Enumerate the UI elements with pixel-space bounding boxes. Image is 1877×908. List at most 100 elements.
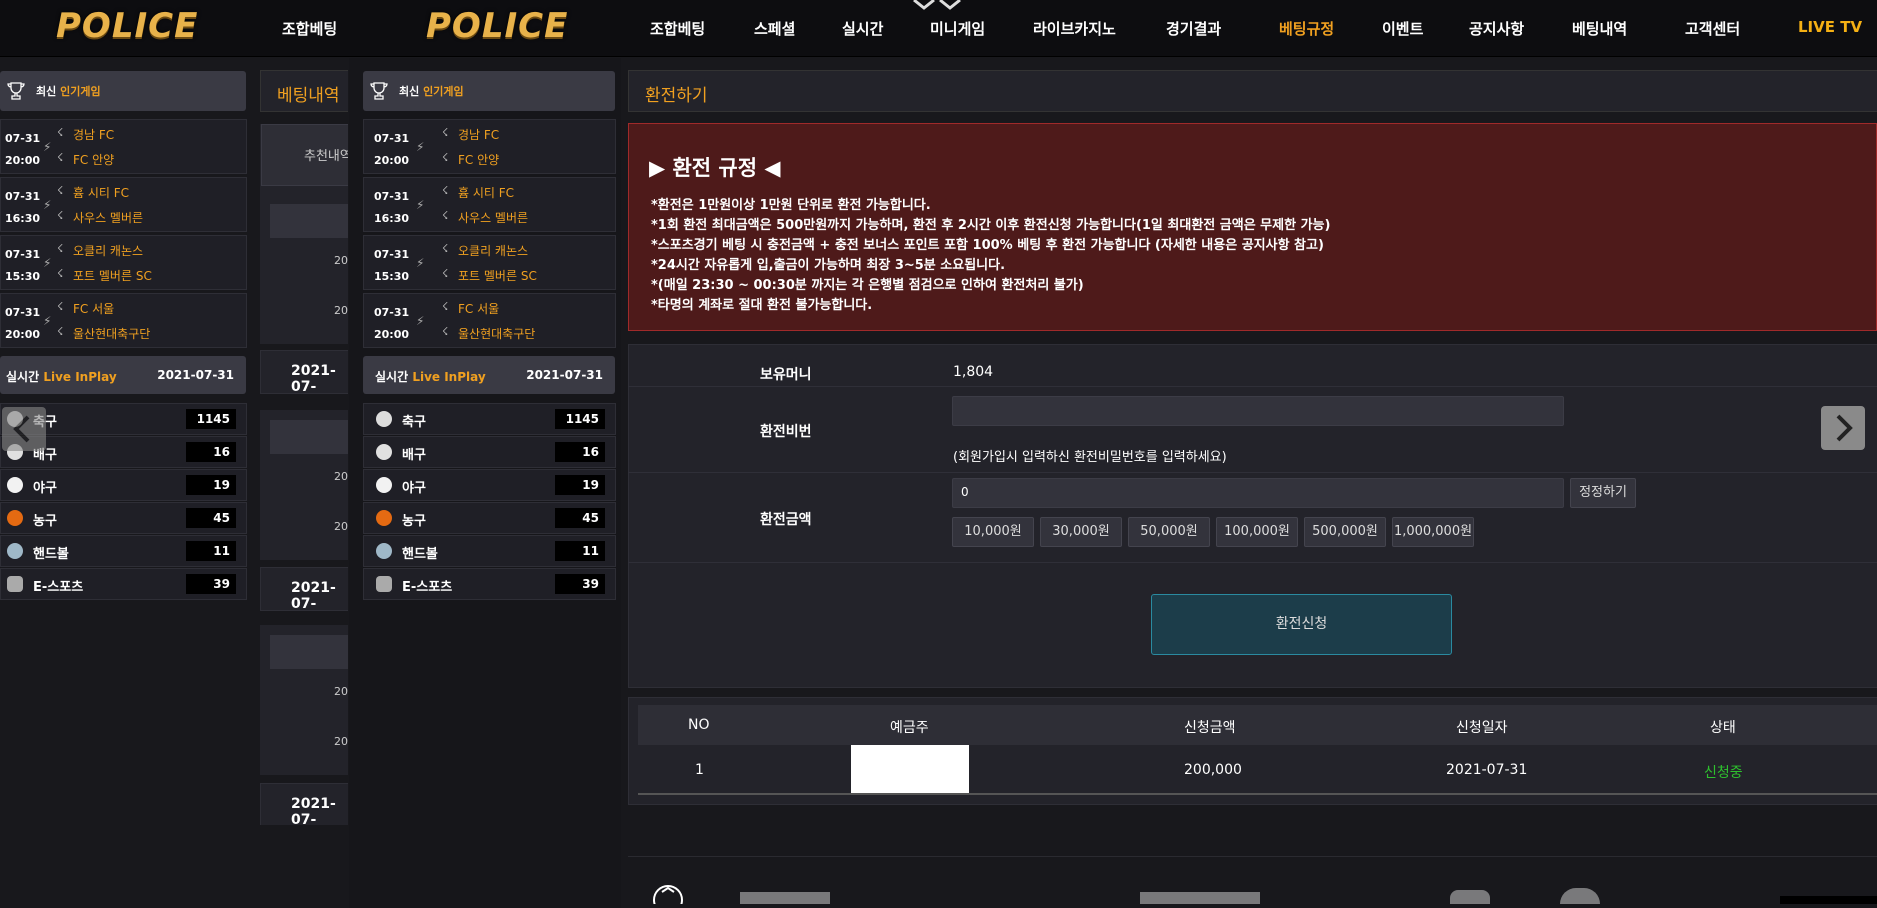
amount-500000-button[interactable]: 500,000원 — [1304, 517, 1386, 547]
live-inplay-header: 실시간 Live InPlay 2021-07-31 — [363, 356, 615, 394]
status-badge: 신청중 — [1704, 765, 1743, 781]
nav-live-tv[interactable]: LIVE TV — [1798, 18, 1862, 36]
volleyball-icon — [376, 444, 392, 460]
chevron-right-icon — [1836, 414, 1853, 442]
versus-icon: ⚡ — [43, 198, 52, 212]
versus-icon: ⚡ — [43, 256, 52, 270]
withdraw-amount-input[interactable]: 0 — [952, 478, 1564, 508]
nav-combo-betting[interactable]: 조합베팅 — [650, 18, 705, 39]
versus-icon: ⚡ — [416, 256, 425, 270]
baseball-icon — [376, 477, 392, 493]
sport-item-esports[interactable]: E-스포츠 39 — [363, 568, 616, 600]
match-item[interactable]: 07-3120:00 ⚡ 경남 FC FC 안양 — [0, 119, 247, 174]
sport-item-handball[interactable]: 핸드볼 11 — [363, 535, 616, 567]
recommend-tab[interactable]: 추천내역 — [261, 124, 348, 186]
withdraw-rules-box: ▶ 환전 규정 ◀ *환전은 1만원이상 1만원 단위로 환전 가능합니다. *… — [628, 123, 1877, 331]
table-row[interactable]: 1 200,000 2021-07-31 신청중 — [638, 745, 1877, 795]
versus-icon: ⚡ — [43, 140, 52, 154]
trophy-icon — [370, 82, 388, 100]
sport-item-baseball[interactable]: 야구 19 — [0, 469, 247, 501]
partner-logo-icon — [1780, 896, 1877, 904]
amount-100000-button[interactable]: 100,000원 — [1216, 517, 1298, 547]
partner-logo-icon — [1560, 888, 1600, 904]
sport-item-baseball[interactable]: 야구 19 — [363, 469, 616, 501]
soccer-ball-icon — [376, 411, 392, 427]
match-item[interactable]: 07-3120:00 ⚡ FC 서울 울산현대축구단 — [0, 293, 247, 348]
holder-redacted-block — [851, 745, 969, 795]
nav-results[interactable]: 경기결과 — [1166, 18, 1221, 39]
basketball-icon — [376, 510, 392, 526]
slider-prev-button[interactable] — [2, 407, 46, 451]
champions-league-logo-icon — [648, 878, 688, 908]
sport-item-basketball[interactable]: 농구 45 — [363, 502, 616, 534]
sport-item-handball[interactable]: 핸드볼 11 — [0, 535, 247, 567]
rule-line: *환전은 1만원이상 1만원 단위로 환전 가능합니다. — [651, 198, 931, 213]
col-amount: 신청금액 — [1184, 720, 1236, 736]
amount-label: 환전금액 — [760, 512, 812, 528]
trophy-icon — [7, 82, 25, 100]
rules-title: ▶ 환전 규정 ◀ — [649, 156, 781, 180]
money-value: 1,804 — [953, 364, 994, 380]
nav-live-casino[interactable]: 라이브카지노 — [1033, 18, 1116, 39]
match-item[interactable]: 07-3120:00 ⚡ FC 서울 울산현대축구단 — [363, 293, 616, 348]
sport-item-volleyball[interactable]: 배구 16 — [363, 436, 616, 468]
versus-icon: ⚡ — [416, 198, 425, 212]
betting-history-panel: 베팅내역 추천내역 경 20 20 2021-07- 경 20 20 2021-… — [260, 70, 348, 825]
history-date: 2021-07- — [291, 796, 336, 825]
correct-button[interactable]: 정정하기 — [1570, 478, 1636, 508]
match-item[interactable]: 07-3115:30 ⚡ 오클리 캐논스 포트 멜버른 SC — [363, 235, 616, 290]
nav-betting-rules[interactable]: 베팅규정 — [1279, 18, 1334, 39]
popular-games-header-left: 최신 인기게임 — [0, 71, 246, 111]
site-logo-main[interactable]: POLICE — [426, 6, 568, 46]
gamepad-icon — [376, 576, 392, 592]
money-label: 보유머니 — [760, 367, 812, 383]
nav-customer-center[interactable]: 고객센터 — [1685, 18, 1740, 39]
page-title: 환전하기 — [645, 86, 708, 106]
withdraw-submit-button[interactable]: 환전신청 — [1151, 594, 1452, 655]
match-item[interactable]: 07-3115:30 ⚡ 오클리 캐논스 포트 멜버른 SC — [0, 235, 247, 290]
sport-item-soccer[interactable]: 축구1145 — [363, 403, 616, 435]
handball-icon — [7, 543, 23, 559]
top-navigation-bar: POLICE 조합베팅 POLICE 조합베팅 스페셜 실시간 미니게임 라이브… — [0, 0, 1877, 57]
versus-icon: ⚡ — [416, 140, 425, 154]
match-item[interactable]: 07-3120:00 ⚡ 경남 FC FC 안양 — [363, 119, 616, 174]
nav-live[interactable]: 실시간 — [842, 18, 883, 39]
col-holder: 예금주 — [890, 720, 929, 736]
rule-line: *(매일 23:30 ~ 00:30분 까지는 각 은행별 점검으로 인하여 환… — [651, 278, 1084, 293]
baseball-icon — [7, 477, 23, 493]
col-status: 상태 — [1710, 720, 1736, 736]
history-date: 2021-07- — [291, 580, 336, 612]
nav-minigame[interactable]: 미니게임 — [930, 18, 985, 39]
versus-icon: ⚡ — [416, 314, 425, 328]
nav-notice[interactable]: 공지사항 — [1469, 18, 1524, 39]
col-date: 신청일자 — [1456, 720, 1508, 736]
chevron-down-icon — [913, 0, 961, 10]
nav-betting-history[interactable]: 베팅내역 — [1572, 18, 1627, 39]
versus-icon: ⚡ — [43, 314, 52, 328]
gamepad-icon — [7, 576, 23, 592]
popular-games-header: 최신 인기게임 — [363, 71, 615, 111]
password-hint: (회원가입시 입력하신 환전비밀번호를 입력하세요) — [953, 450, 1227, 465]
amount-30000-button[interactable]: 30,000원 — [1040, 517, 1122, 547]
partner-logo-icon — [1450, 890, 1490, 904]
rule-line: *타명의 계좌로 절대 환전 불가능합니다. — [651, 298, 873, 313]
match-item[interactable]: 07-3116:30 ⚡ 흄 시티 FC 사우스 멜버른 — [363, 177, 616, 232]
amount-10000-button[interactable]: 10,000원 — [952, 517, 1034, 547]
nav-event[interactable]: 이벤트 — [1382, 18, 1423, 39]
betting-history-title: 베팅내역 — [277, 86, 340, 106]
page-title-bar: 환전하기 — [628, 70, 1877, 112]
match-item[interactable]: 07-3116:30 ⚡ 흄 시티 FC 사우스 멜버른 — [0, 177, 247, 232]
sport-item-basketball[interactable]: 농구 45 — [0, 502, 247, 534]
partner-logo-icon — [740, 892, 830, 904]
amount-1000000-button[interactable]: 1,000,000원 — [1392, 517, 1474, 547]
live-inplay-header-left: 실시간 Live InPlay 2021-07-31 — [0, 356, 246, 394]
col-no: NO — [688, 717, 710, 733]
site-logo[interactable]: POLICE — [56, 6, 198, 46]
nav-combo-betting-left[interactable]: 조합베팅 — [282, 18, 337, 39]
sport-item-esports[interactable]: E-스포츠 39 — [0, 568, 247, 600]
nav-special[interactable]: 스페셜 — [754, 18, 795, 39]
amount-50000-button[interactable]: 50,000원 — [1128, 517, 1210, 547]
table-header: NO 예금주 신청금액 신청일자 상태 — [638, 705, 1877, 745]
withdraw-password-input[interactable] — [952, 396, 1564, 426]
slider-next-button[interactable] — [1821, 406, 1865, 450]
